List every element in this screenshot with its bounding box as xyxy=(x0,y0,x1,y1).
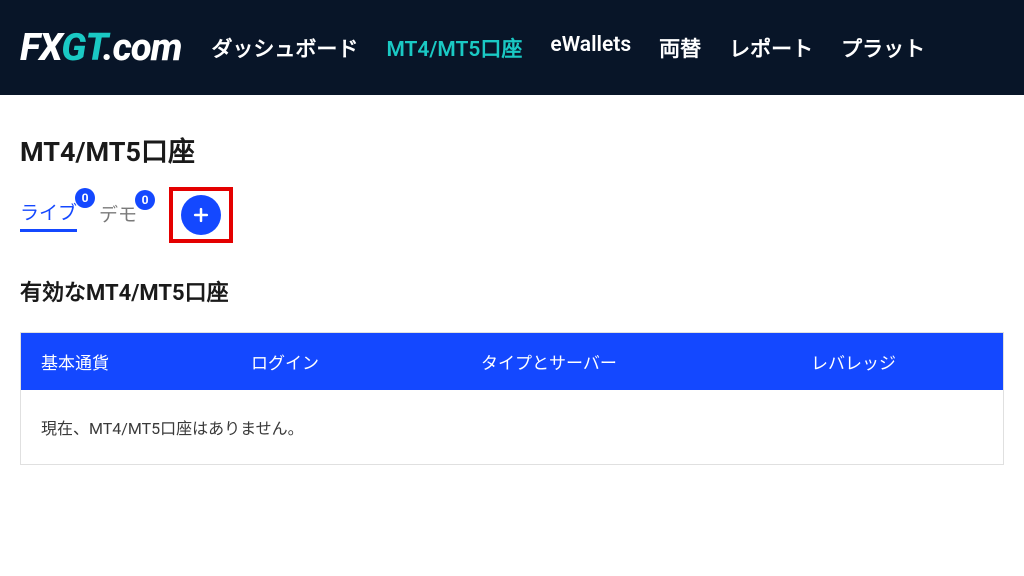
tab-demo-badge: 0 xyxy=(135,190,155,210)
tab-live[interactable]: ライブ 0 xyxy=(20,198,77,232)
logo-suffix: .com xyxy=(103,26,182,70)
nav-platform[interactable]: プラット xyxy=(841,33,925,63)
tab-demo[interactable]: デモ 0 xyxy=(99,200,137,231)
nav-ewallets[interactable]: eWallets xyxy=(550,33,631,63)
accounts-table: 基本通貨 ログイン タイプとサーバー レバレッジ 現在、MT4/MT5口座はあり… xyxy=(20,332,1004,465)
main-content: MT4/MT5口座 ライブ 0 デモ 0 有効なMT4/MT5口座 基本通貨 ロ… xyxy=(0,95,1024,500)
nav-dashboard[interactable]: ダッシュボード xyxy=(211,33,358,63)
tab-demo-label: デモ xyxy=(99,203,137,226)
highlight-annotation xyxy=(169,187,233,243)
tab-live-badge: 0 xyxy=(75,188,95,208)
header-currency: 基本通貨 xyxy=(41,349,251,374)
logo[interactable]: FXGT.com xyxy=(20,26,181,70)
table-header: 基本通貨 ログイン タイプとサーバー レバレッジ xyxy=(21,333,1003,390)
section-title: 有効なMT4/MT5口座 xyxy=(20,275,1004,307)
table-body: 現在、MT4/MT5口座はありません。 xyxy=(21,390,1003,464)
plus-icon xyxy=(191,205,211,225)
header-leverage: レバレッジ xyxy=(811,349,983,374)
tab-live-label: ライブ xyxy=(20,201,77,224)
empty-message: 現在、MT4/MT5口座はありません。 xyxy=(41,415,983,439)
header-type-server: タイプとサーバー xyxy=(481,349,811,374)
logo-accent: GT xyxy=(61,26,103,70)
nav-exchange[interactable]: 両替 xyxy=(659,33,701,63)
account-tabs: ライブ 0 デモ 0 xyxy=(20,187,1004,243)
logo-prefix: FX xyxy=(20,26,61,70)
nav-reports[interactable]: レポート xyxy=(729,33,813,63)
header-login: ログイン xyxy=(251,349,481,374)
main-nav: ダッシュボード MT4/MT5口座 eWallets 両替 レポート プラット xyxy=(211,33,1004,63)
main-header: FXGT.com ダッシュボード MT4/MT5口座 eWallets 両替 レ… xyxy=(0,0,1024,95)
add-account-button[interactable] xyxy=(181,195,221,235)
nav-mt4-mt5[interactable]: MT4/MT5口座 xyxy=(386,33,522,63)
page-title: MT4/MT5口座 xyxy=(20,130,1004,169)
